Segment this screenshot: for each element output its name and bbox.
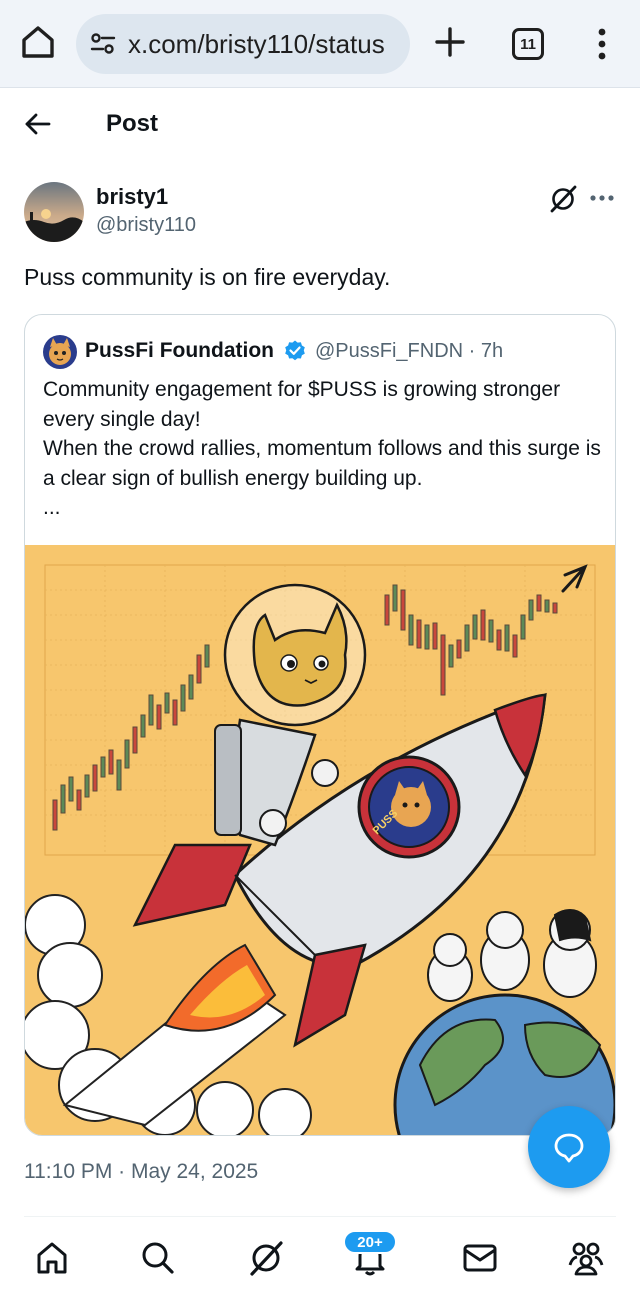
quote-avatar[interactable]: [43, 335, 77, 369]
author-display-name[interactable]: bristy1: [96, 184, 168, 210]
post-timestamp[interactable]: 11:10 PM · May 24, 2025: [24, 1160, 258, 1184]
more-icon[interactable]: [588, 186, 616, 210]
page-header: Post: [0, 88, 640, 162]
page-title: Post: [106, 110, 159, 137]
quoted-post[interactable]: PussFi Foundation @PussFi_FNDN · 7h Comm…: [24, 314, 616, 1136]
plus-icon[interactable]: [432, 24, 468, 60]
back-arrow-icon[interactable]: [22, 108, 54, 140]
author-handle[interactable]: @bristy110: [96, 214, 196, 237]
avatar[interactable]: [24, 182, 84, 242]
quote-handle-time[interactable]: @PussFi_FNDN · 7h: [315, 340, 503, 363]
home-icon[interactable]: [18, 22, 58, 62]
quote-text-ellipsis: ...: [43, 496, 61, 519]
verified-badge-icon: [285, 340, 305, 361]
nav-messages[interactable]: [458, 1236, 502, 1280]
mail-icon: [463, 1244, 497, 1272]
nav-search[interactable]: [136, 1236, 180, 1280]
tab-count: 11: [520, 35, 536, 53]
tune-icon[interactable]: [88, 29, 118, 59]
url-text[interactable]: x.com/bristy110/status: [128, 29, 385, 60]
quote-image[interactable]: PUSS: [25, 545, 616, 1136]
overflow-menu-icon[interactable]: [590, 24, 614, 64]
browser-toolbar: x.com/bristy110/status 11: [0, 0, 640, 88]
bottom-nav: 20+: [0, 1224, 640, 1295]
nav-communities[interactable]: [564, 1236, 608, 1280]
quote-text-line: When the crowd rallies, momentum follows…: [43, 437, 601, 490]
search-icon: [142, 1242, 174, 1274]
divider: [24, 1216, 616, 1217]
post-text: Puss community is on fire everyday.: [24, 264, 391, 290]
tabs-icon[interactable]: 11: [512, 28, 544, 60]
nav-home[interactable]: [30, 1236, 74, 1280]
notifications-badge: 20+: [343, 1230, 397, 1254]
grok-icon: [250, 1241, 283, 1276]
grok-icon[interactable]: [548, 184, 578, 214]
nav-grok[interactable]: [244, 1236, 288, 1280]
quote-display-name[interactable]: PussFi Foundation: [85, 339, 274, 363]
address-bar[interactable]: x.com/bristy110/status: [76, 14, 410, 74]
communities-icon: [568, 1242, 604, 1276]
quote-text: Community engagement for $PUSS is growin…: [43, 375, 603, 523]
compose-message-button[interactable]: [528, 1106, 610, 1188]
home-icon: [37, 1242, 67, 1274]
quote-text-line: Community engagement for $PUSS is growin…: [43, 378, 561, 431]
compose-message-icon: [554, 1133, 584, 1163]
